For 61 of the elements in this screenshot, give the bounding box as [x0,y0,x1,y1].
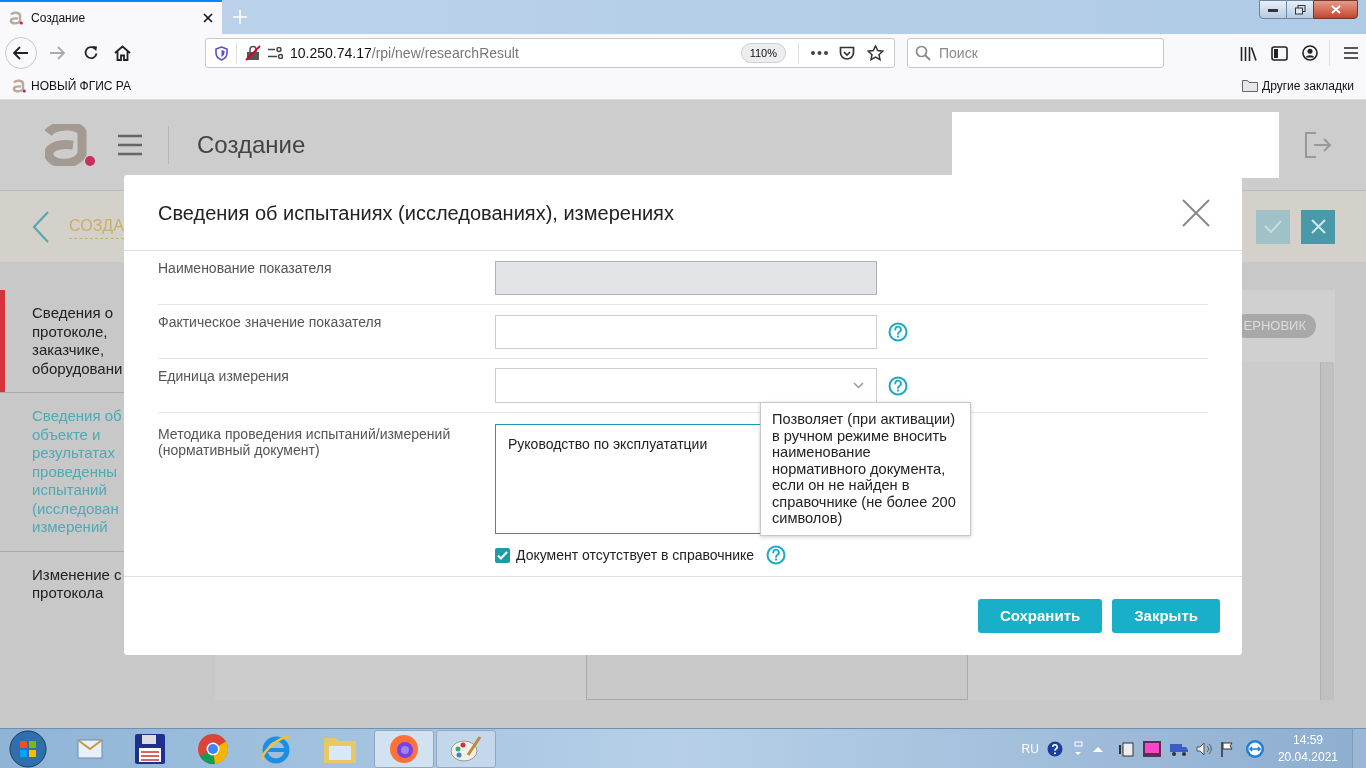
pocket-icon[interactable] [839,45,855,61]
cancel-button[interactable] [1301,209,1335,244]
field-label: Фактическое значение показателя [158,314,383,330]
field-label: Методика проведения испытаний/измерений (нормативный документ) [158,426,452,460]
text-input[interactable] [495,314,877,349]
scrollbar[interactable] [1320,362,1334,700]
firefox-task-button[interactable] [374,729,434,768]
star-icon[interactable] [867,45,884,61]
field-label: Наименование показателя [158,260,333,276]
site-logo-icon [12,78,26,93]
menu-icon[interactable] [1344,47,1358,59]
close-icon [1310,219,1326,234]
firefox-icon [389,733,419,764]
permissions-icon[interactable] [268,47,283,59]
device-icon[interactable] [1118,740,1135,757]
sidebar-item[interactable]: Изменение с протокола [32,565,124,603]
more-icon[interactable] [811,51,828,55]
account-icon[interactable] [1302,45,1318,61]
close-icon[interactable] [203,13,213,23]
shield-icon[interactable] [215,45,228,61]
search-icon [915,45,931,61]
chrome-icon[interactable] [197,732,229,765]
url-text: 10.250.74.17/rpi/new/researchResult [290,43,519,63]
select-field[interactable] [495,368,877,403]
field-label: Единица измерения [158,368,290,384]
app-logo-icon[interactable] [45,124,95,166]
close-icon [1330,5,1341,14]
checkbox-label[interactable]: Документ отсутствует в справочнике [516,544,755,566]
back-arrow-icon [13,46,29,60]
reload-icon[interactable] [83,45,99,61]
palette-icon [450,734,482,763]
check-icon [1264,220,1282,233]
site-logo-icon [9,11,23,25]
dialog-title: Сведения об испытаниях (исследованиях), измерениях [158,200,674,226]
zoom-badge[interactable]: 110% [740,42,786,64]
folder-icon [1242,79,1259,92]
minimize-button[interactable] [1259,0,1287,19]
address-bar[interactable]: 10.250.74.17/rpi/new/researchResult 110% [205,38,895,68]
help-icon[interactable] [1046,740,1063,757]
sidebar-item[interactable]: Сведения о протоколе, заказчике, оборудовани [32,304,124,378]
menu-icon[interactable] [118,134,142,156]
minimize-icon [1268,7,1278,12]
other-bookmarks[interactable]: Другие закладки [1242,76,1354,95]
flag-icon[interactable] [1219,740,1236,757]
sidebar-icon[interactable] [1271,45,1288,61]
chevron-down-icon [853,382,864,389]
tooltip: Позволяет (при активации) в ручном режиме вносить наименование нормативного документа, если он не найден в справочнике (не более 200 символов) [760,402,971,536]
remote-control-icon[interactable] [1245,739,1264,758]
search-field[interactable]: Поиск [907,38,1164,68]
volume-icon[interactable] [1195,740,1212,757]
bookmark-item[interactable]: НОВЫЙ ФГИС РА [12,76,132,95]
start-button[interactable] [9,729,47,768]
restore-icon [1294,4,1306,15]
insecure-lock-icon[interactable] [245,45,261,61]
close-window-button[interactable] [1313,0,1358,19]
checkbox[interactable] [495,547,510,563]
restore-button[interactable] [1287,0,1313,19]
library-icon[interactable] [1240,45,1257,61]
home-icon[interactable] [114,45,131,61]
page-title: Создание [197,130,306,160]
paint-task-button[interactable] [436,729,496,768]
